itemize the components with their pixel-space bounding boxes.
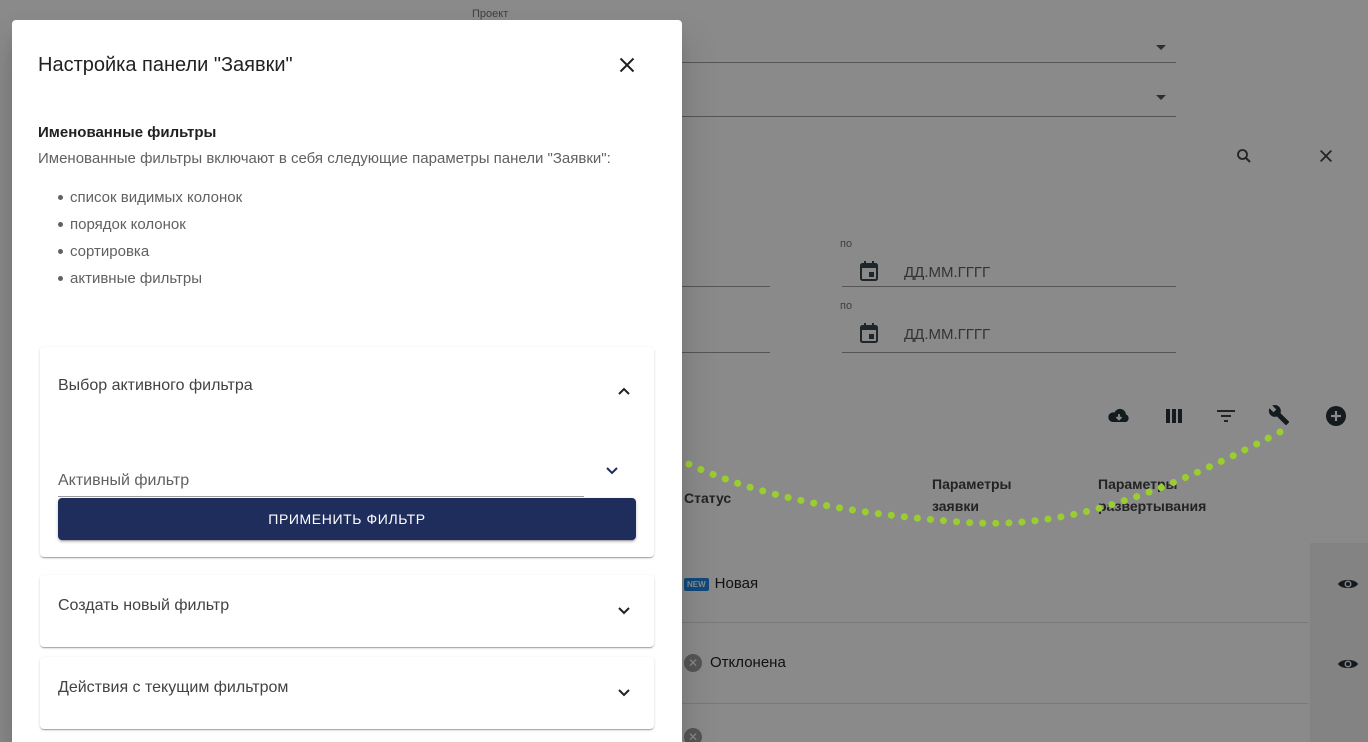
chevron-down-icon[interactable] [612, 599, 636, 623]
section-title: Именованные фильтры [38, 124, 217, 141]
panel-title[interactable]: Действия с текущим фильтром [58, 679, 288, 697]
panel-current-filter-actions[interactable]: Действия с текущим фильтром [40, 657, 654, 729]
parameters-list: список видимых колонок порядок колонок с… [38, 184, 658, 292]
list-item: сортировка [58, 238, 658, 265]
settings-dialog: Настройка панели "Заявки" Именованные фи… [12, 20, 682, 742]
panel-create-filter[interactable]: Создать новый фильтр [40, 575, 654, 647]
panel-select-active-filter: Выбор активного фильтра Активный фильтр … [40, 347, 654, 557]
chevron-down-icon[interactable] [612, 681, 636, 705]
list-item: список видимых колонок [58, 184, 658, 211]
dialog-title: Настройка панели "Заявки" [38, 54, 293, 76]
panel-title[interactable]: Создать новый фильтр [58, 597, 229, 615]
list-item: активные фильтры [58, 265, 658, 292]
section-description: Именованные фильтры включают в себя след… [38, 150, 611, 167]
dialog-body: Именованные фильтры Именованные фильтры … [38, 124, 658, 292]
chevron-down-icon[interactable] [600, 459, 624, 483]
select-underline [58, 496, 584, 497]
apply-filter-button[interactable]: ПРИМЕНИТЬ ФИЛЬТР [58, 498, 636, 540]
panel-title[interactable]: Выбор активного фильтра [58, 377, 253, 395]
close-icon[interactable] [612, 50, 642, 80]
chevron-up-icon[interactable] [612, 379, 636, 403]
list-item: порядок колонок [58, 211, 658, 238]
active-filter-select[interactable]: Активный фильтр [58, 472, 189, 490]
